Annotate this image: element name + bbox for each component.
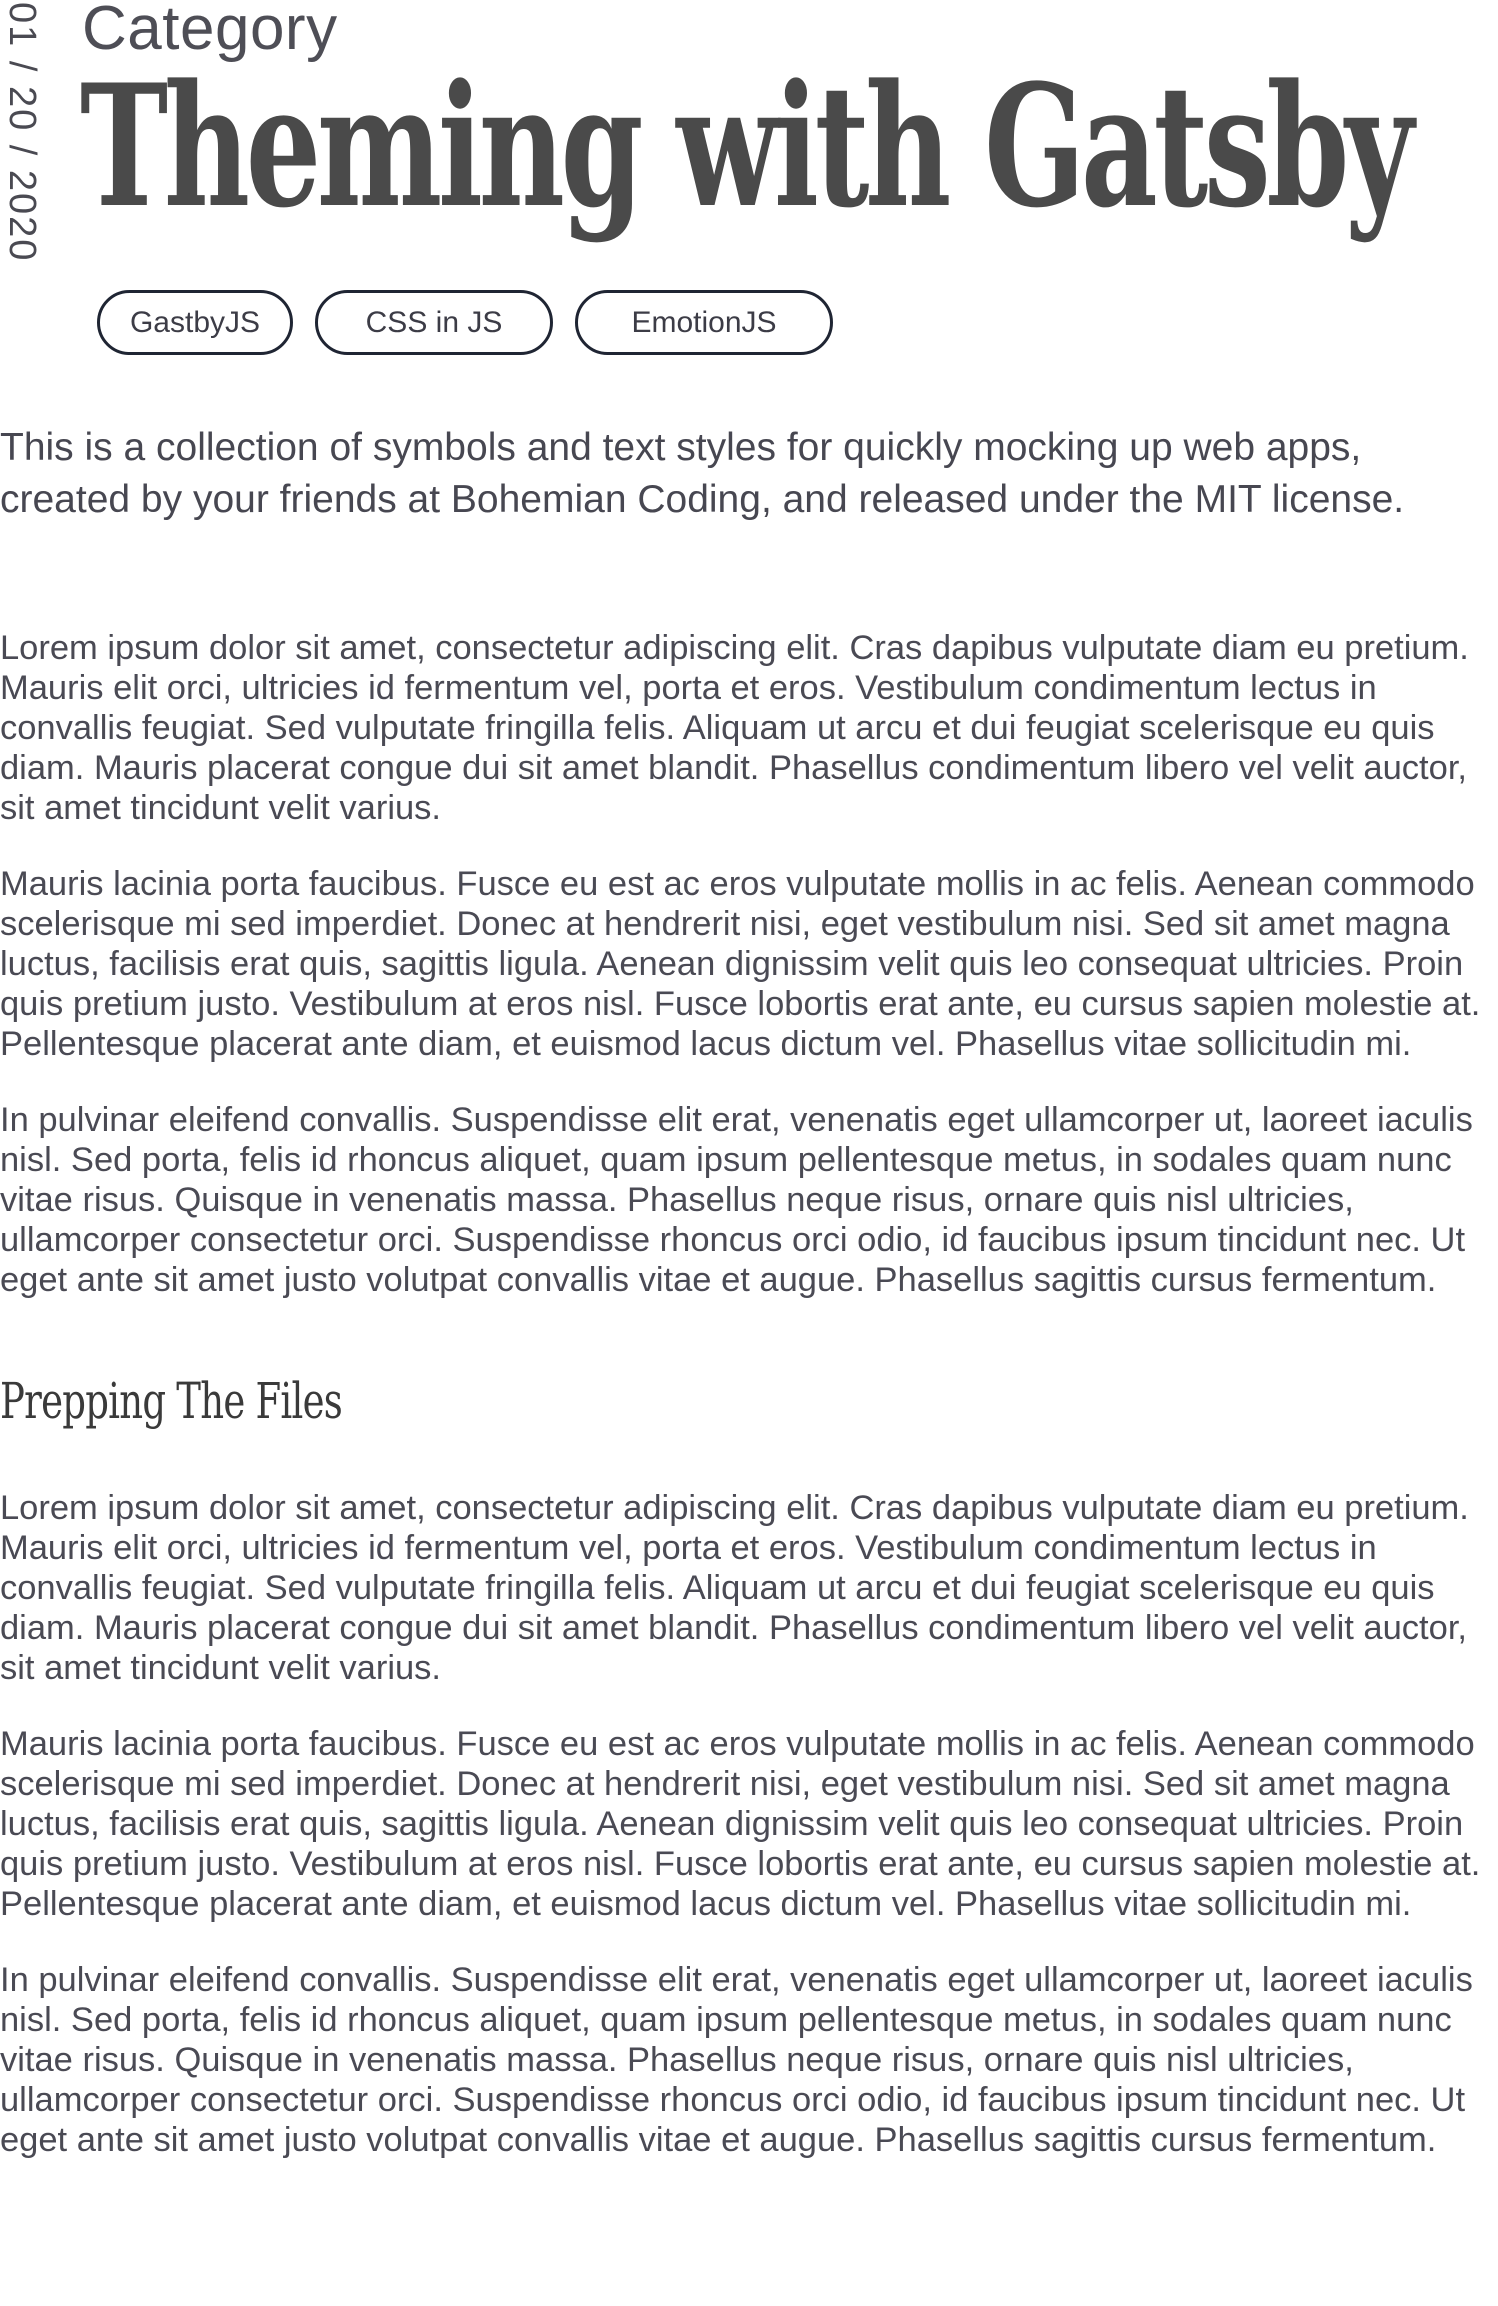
tag-emotionjs[interactable]: EmotionJS <box>575 290 833 355</box>
paragraph: Mauris lacinia porta faucibus. Fusce eu … <box>0 1725 1481 1923</box>
paragraph: Lorem ipsum dolor sit amet, consectetur … <box>0 629 1469 827</box>
post-lead: This is a collection of symbols and text… <box>0 426 1405 521</box>
post-title: Theming with Gatsby <box>80 47 1414 245</box>
tag-list: GastbyJS CSS in JS EmotionJS <box>97 290 833 355</box>
paragraph: Mauris lacinia porta faucibus. Fusce eu … <box>0 865 1481 1063</box>
tag-css-in-js[interactable]: CSS in JS <box>315 290 553 355</box>
paragraph: In pulvinar eleifend convallis. Suspendi… <box>0 1961 1473 2159</box>
paragraph: Lorem ipsum dolor sit amet, consectetur … <box>0 1489 1469 1687</box>
paragraph: In pulvinar eleifend convallis. Suspendi… <box>0 1101 1473 1299</box>
section-heading: Prepping The Files <box>0 1372 343 1430</box>
post-date: 01 / 20 / 2020 <box>0 2 50 292</box>
tag-gatsbyjs[interactable]: GastbyJS <box>97 290 293 355</box>
post-date-text: 01 / 20 / 2020 <box>1 2 43 263</box>
post-content: Lorem ipsum dolor sit amet, consectetur … <box>0 628 1498 2196</box>
